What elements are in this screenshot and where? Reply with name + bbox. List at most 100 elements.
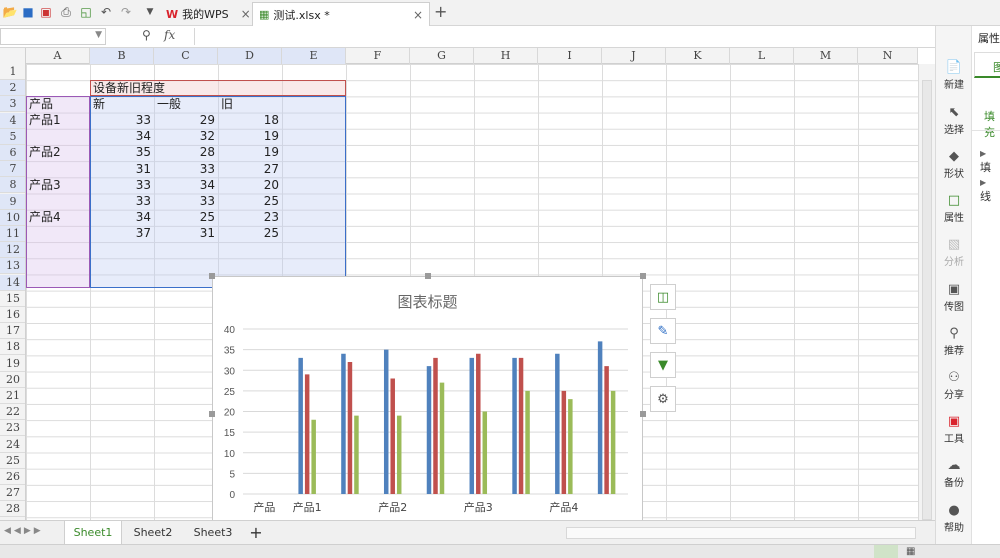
close-icon[interactable]: × — [413, 8, 423, 22]
bar[interactable] — [390, 378, 395, 495]
fx-button[interactable]: fx — [164, 28, 175, 42]
bar[interactable] — [304, 374, 310, 494]
column-header-d[interactable]: D — [218, 48, 282, 64]
tab-sheet1[interactable]: Sheet1 — [64, 521, 122, 545]
resize-handle[interactable] — [640, 411, 646, 417]
column-header-j[interactable]: J — [602, 48, 666, 64]
column-header-b[interactable]: B — [90, 48, 154, 64]
bar[interactable] — [476, 353, 481, 494]
row-header[interactable]: 23 — [0, 420, 25, 437]
row-header[interactable]: 22 — [0, 404, 25, 421]
column-header-g[interactable]: G — [410, 48, 474, 64]
chart-settings-icon[interactable]: ⚙ — [650, 386, 676, 412]
formula-input[interactable] — [194, 28, 935, 45]
row-header[interactable]: 2 — [0, 80, 25, 97]
row-header[interactable]: 1 — [0, 64, 25, 80]
tab-my-wps[interactable]: W 我的WPS × — [160, 2, 257, 26]
row-header[interactable]: 27 — [0, 485, 25, 502]
row-header[interactable]: 5 — [0, 128, 25, 145]
resize-handle[interactable] — [425, 273, 431, 279]
row-header[interactable]: 6 — [0, 145, 25, 161]
row-header[interactable]: 18 — [0, 339, 25, 356]
row-header[interactable]: 8 — [0, 177, 25, 194]
product-label-cell[interactable]: 产品3 — [29, 177, 61, 193]
sheet-nav-arrows-icon[interactable]: ◀◀▶▶ — [4, 526, 44, 536]
tab-sheet2[interactable]: Sheet2 — [124, 521, 182, 545]
page-layout-icon[interactable]: ▦ — [906, 545, 926, 558]
row-header[interactable]: 14 — [0, 274, 25, 291]
header-cell[interactable]: 一般 — [157, 96, 181, 112]
bar[interactable] — [561, 390, 567, 494]
data-cell[interactable]: 37 — [90, 225, 154, 241]
bar[interactable] — [518, 357, 524, 494]
column-header-n[interactable]: N — [858, 48, 918, 64]
row-header[interactable]: 17 — [0, 323, 25, 340]
bar[interactable] — [347, 362, 353, 494]
zoom-icon[interactable]: ⚲ — [142, 28, 151, 42]
bar[interactable] — [311, 419, 316, 494]
column-header-i[interactable]: I — [538, 48, 602, 64]
data-cell[interactable]: 34 — [90, 209, 154, 225]
column-header-k[interactable]: K — [666, 48, 730, 64]
chevron-down-icon[interactable]: ▼ — [95, 30, 102, 40]
row-header[interactable]: 4 — [0, 112, 25, 129]
row-header[interactable]: 24 — [0, 437, 25, 453]
pane-item-recommend[interactable]: ⚲ 推荐 — [936, 326, 972, 357]
header-cell[interactable]: 旧 — [221, 96, 233, 112]
add-sheet-button[interactable]: + — [244, 521, 268, 545]
column-header-m[interactable]: M — [794, 48, 858, 64]
data-cell[interactable]: 34 — [90, 128, 154, 144]
bar[interactable] — [610, 390, 616, 494]
tab-fill[interactable]: 填充 — [984, 108, 1000, 140]
bar[interactable] — [341, 353, 346, 494]
row-header[interactable]: 28 — [0, 501, 25, 518]
dropdown-icon[interactable]: ▼ — [142, 4, 158, 20]
data-cell[interactable]: 29 — [154, 112, 218, 128]
row-header[interactable]: 3 — [0, 96, 25, 113]
data-cell[interactable]: 23 — [218, 209, 282, 225]
row-header[interactable]: 25 — [0, 453, 25, 469]
header-cell[interactable]: 产品 — [29, 96, 53, 112]
row-header[interactable]: 15 — [0, 291, 25, 307]
data-cell[interactable]: 28 — [154, 144, 218, 160]
tab-chart-options[interactable]: 图 — [974, 52, 1000, 78]
row-header[interactable]: 21 — [0, 388, 25, 404]
bar[interactable] — [354, 415, 359, 494]
pane-item-select[interactable]: ⬉ 选择 — [936, 105, 972, 136]
bar[interactable] — [383, 349, 389, 494]
product-label-cell[interactable]: 产品4 — [29, 209, 61, 225]
pane-item-properties[interactable]: □ 属性 — [936, 193, 972, 224]
resize-handle[interactable] — [640, 273, 646, 279]
save-icon[interactable]: ■ — [20, 4, 36, 20]
preview-icon[interactable]: ◱ — [78, 4, 94, 20]
resize-handle[interactable] — [209, 411, 215, 417]
pane-item-backup[interactable]: ☁ 备份 — [936, 458, 972, 489]
open-folder-icon[interactable]: 📂 — [2, 4, 18, 20]
pane-item-new[interactable]: 📄 新建 — [936, 60, 972, 91]
data-cell[interactable]: 25 — [218, 225, 282, 241]
bar[interactable] — [512, 357, 517, 494]
name-box[interactable]: ▼ — [0, 28, 106, 45]
row-header[interactable]: 16 — [0, 307, 25, 323]
title-cell[interactable]: 设备新旧程度 — [93, 80, 165, 96]
bar[interactable] — [433, 357, 438, 494]
pane-item-shape[interactable]: ◆ 形状 — [936, 149, 972, 180]
pane-item-analyze[interactable]: ▧ 分析 — [936, 237, 972, 268]
data-cell[interactable]: 33 — [90, 112, 154, 128]
data-cell[interactable]: 20 — [218, 177, 282, 193]
product-label-cell[interactable]: 产品1 — [29, 112, 61, 128]
row-header[interactable]: 11 — [0, 226, 25, 242]
data-cell[interactable]: 33 — [154, 193, 218, 209]
data-cell[interactable]: 18 — [218, 112, 282, 128]
resize-handle[interactable] — [209, 273, 215, 279]
chart-style-icon[interactable]: ✎ — [650, 318, 676, 344]
tab-test-xlsx[interactable]: ▦ 测试.xlsx * × — [252, 2, 430, 26]
data-cell[interactable]: 27 — [218, 161, 282, 177]
line-section-toggle[interactable]: ▶ 线 — [980, 175, 1000, 204]
pane-item-share[interactable]: ⚇ 分享 — [936, 370, 972, 401]
bar[interactable] — [568, 399, 573, 494]
data-cell[interactable]: 25 — [154, 209, 218, 225]
data-cell[interactable]: 19 — [218, 128, 282, 144]
column-header-h[interactable]: H — [474, 48, 538, 64]
bar[interactable] — [597, 341, 603, 494]
